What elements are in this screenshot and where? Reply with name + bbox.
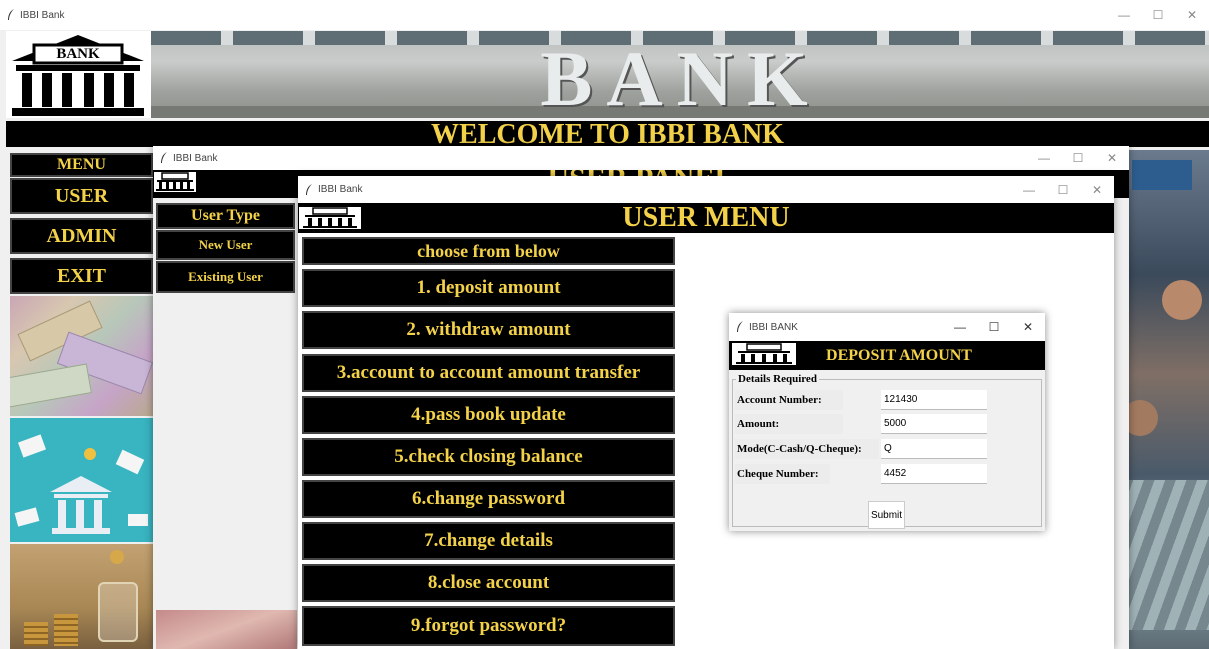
user-button[interactable]: USER: [10, 178, 153, 214]
maximize-icon[interactable]: ☐: [977, 320, 1011, 334]
existing-user-button[interactable]: Existing User: [156, 261, 295, 293]
withdraw-amount-button[interactable]: 2. withdraw amount: [302, 311, 675, 349]
exit-button[interactable]: EXIT: [10, 258, 153, 294]
user-menu-heading: USER MENU: [622, 203, 790, 233]
minimize-icon[interactable]: —: [1012, 183, 1046, 197]
close-icon[interactable]: ✕: [1095, 151, 1129, 165]
welcome-bar: WELCOME TO IBBI BANK: [6, 121, 1209, 147]
pass-book-update-button[interactable]: 4.pass book update: [302, 396, 675, 434]
close-icon[interactable]: ✕: [1011, 320, 1045, 334]
mode-input[interactable]: [881, 439, 987, 459]
deposit-logo: [732, 343, 796, 365]
user-panel-logo: [154, 172, 196, 192]
bank-banner: BANK: [151, 31, 1209, 118]
deposit-heading: DEPOSIT AMOUNT: [826, 347, 972, 364]
deposit-title-bar[interactable]: IBBI BANK — ☐ ✕: [729, 313, 1045, 341]
account-number-label: Account Number:: [735, 390, 843, 410]
mode-label: Mode(C-Cash/Q-Cheque):: [735, 439, 879, 459]
user-menu-logo: [299, 207, 361, 229]
amount-label: Amount:: [735, 414, 843, 434]
bank-illustration-icon: [14, 434, 148, 534]
coins-jar-image: [10, 544, 153, 649]
cheque-number-label: Cheque Number:: [735, 464, 830, 484]
user-menu-header: USER MENU: [298, 203, 1114, 233]
deposit-header: DEPOSIT AMOUNT: [729, 341, 1045, 370]
change-details-button[interactable]: 7.change details: [302, 522, 675, 560]
main-logo: BANK: [6, 31, 151, 118]
menu-title: MENU: [10, 153, 153, 177]
choose-label: choose from below: [302, 237, 675, 265]
user-type-label: User Type: [156, 203, 295, 229]
feather-icon: [306, 183, 312, 195]
bank-building-icon: [156, 172, 194, 191]
cheque-number-input[interactable]: [881, 464, 987, 484]
banner-text: BANK: [540, 35, 822, 119]
change-password-button[interactable]: 6.change password: [302, 480, 675, 518]
feather-icon: [161, 152, 167, 163]
details-group-label: Details Required: [736, 373, 819, 385]
bank-building-icon: [736, 343, 792, 364]
account-number-input[interactable]: [881, 390, 987, 410]
close-icon[interactable]: ✕: [1080, 183, 1114, 197]
panel-photo: [156, 610, 297, 649]
user-menu-window-title: IBBI Bank: [318, 184, 363, 195]
close-icon[interactable]: ✕: [1175, 8, 1209, 22]
welcome-heading: WELCOME TO IBBI BANK: [431, 121, 784, 147]
main-logo-text: BANK: [56, 46, 100, 62]
forgot-password-button[interactable]: 9.forgot password?: [302, 606, 675, 646]
deposit-amount-button[interactable]: 1. deposit amount: [302, 269, 675, 307]
amount-input[interactable]: [881, 414, 987, 434]
main-window-title: IBBI Bank: [20, 9, 65, 21]
close-account-button[interactable]: 8.close account: [302, 564, 675, 602]
check-closing-balance-button[interactable]: 5.check closing balance: [302, 438, 675, 476]
maximize-icon[interactable]: ☐: [1141, 8, 1175, 22]
submit-button[interactable]: Submit: [868, 501, 905, 529]
new-user-button[interactable]: New User: [156, 230, 295, 260]
minimize-icon[interactable]: —: [1107, 8, 1141, 22]
user-panel-window-title: IBBI Bank: [173, 152, 218, 164]
money-image: [10, 296, 153, 416]
maximize-icon[interactable]: ☐: [1061, 151, 1095, 165]
minimize-icon[interactable]: —: [1027, 151, 1061, 165]
admin-button[interactable]: ADMIN: [10, 218, 153, 254]
feather-icon: [737, 321, 743, 332]
maximize-icon[interactable]: ☐: [1046, 183, 1080, 197]
user-menu-title-bar[interactable]: IBBI Bank — ☐ ✕: [298, 176, 1114, 203]
account-transfer-button[interactable]: 3.account to account amount transfer: [302, 354, 675, 392]
feather-icon: [8, 9, 14, 20]
bank-illustration: [10, 418, 153, 542]
minimize-icon[interactable]: —: [943, 320, 977, 334]
main-title-bar[interactable]: IBBI Bank — ☐ ✕: [0, 0, 1209, 30]
deposit-window-title: IBBI BANK: [749, 321, 798, 333]
bank-building-icon: [303, 207, 357, 228]
user-panel-title-bar[interactable]: IBBI Bank — ☐ ✕: [153, 146, 1129, 170]
